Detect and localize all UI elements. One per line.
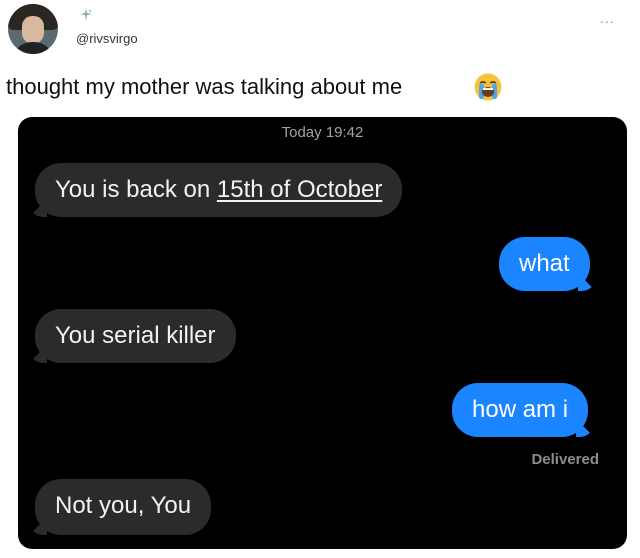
- delivery-status: Delivered: [531, 451, 599, 468]
- sent-message-1[interactable]: what: [499, 237, 590, 291]
- received-message-3[interactable]: Not you, You: [35, 479, 212, 535]
- loudly-crying-face-icon: [474, 73, 502, 101]
- sparkle-badge-icon: [80, 8, 92, 21]
- message-text: how am i: [472, 396, 569, 423]
- sent-message-2[interactable]: how am i: [452, 383, 589, 437]
- message-text: Not you, You: [55, 492, 192, 519]
- date-link[interactable]: 15th of October: [217, 176, 382, 203]
- message-text: You serial killer: [55, 322, 216, 349]
- received-message-2[interactable]: You serial killer: [35, 309, 236, 363]
- avatar[interactable]: [8, 4, 58, 54]
- thread-timestamp: Today 19:42: [281, 124, 364, 141]
- user-handle[interactable]: @rivsvirgo: [76, 31, 138, 46]
- tweet-header: @rivsvirgo ...: [0, 0, 640, 70]
- more-options-icon[interactable]: ...: [600, 10, 615, 26]
- message-text: what: [519, 250, 570, 277]
- received-message-1[interactable]: You is back on 15th of October: [35, 163, 403, 217]
- message-text: You is back on: [55, 176, 217, 203]
- tweet-text: thought my mother was talking about me: [6, 74, 403, 99]
- message-thread: Today 19:42 You is back on 15th of Octob…: [18, 117, 627, 549]
